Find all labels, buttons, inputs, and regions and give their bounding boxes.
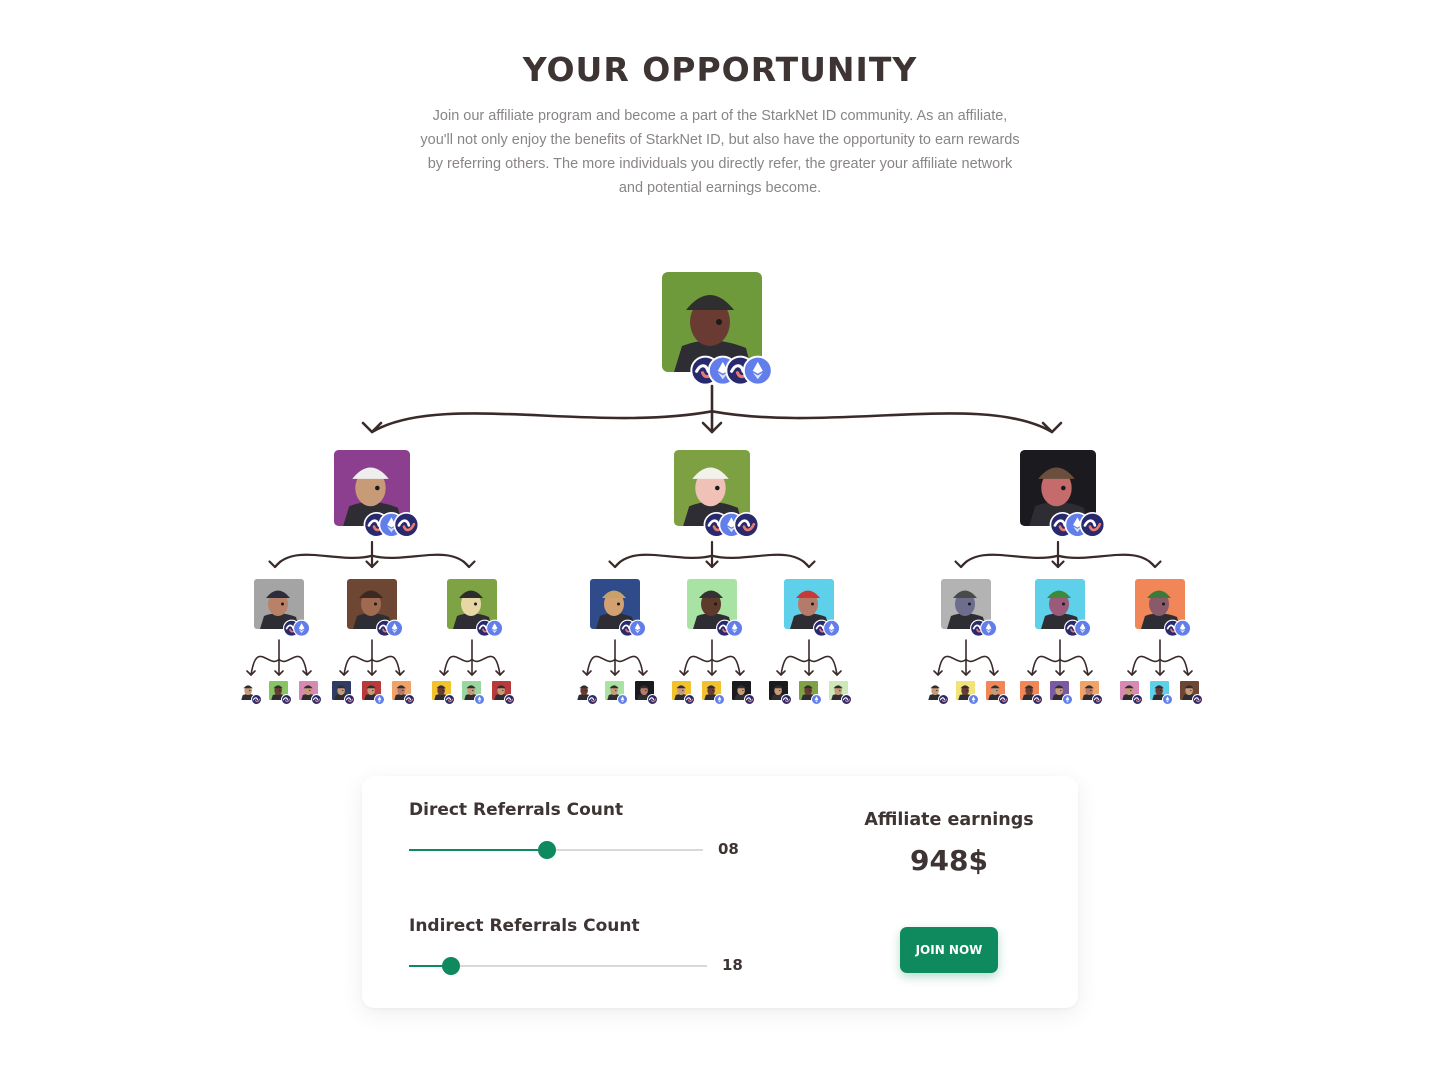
level3-avatar-16-badge-starknet-icon <box>781 694 792 705</box>
level3-avatar-11-badge-ethereum-icon <box>617 694 628 705</box>
level3-avatar-6-badge-starknet-icon <box>404 694 415 705</box>
level1-branch-2-left-arrowhead <box>608 560 622 569</box>
level2-branch-7-left-curve <box>937 655 967 676</box>
direct-referrals-label: Direct Referrals Count <box>409 800 624 820</box>
level3-avatar-14-badge-ethereum-icon <box>714 694 725 705</box>
level2-avatar-6-badge-ethereum-icon <box>823 619 841 637</box>
level2-branch-8-right-curve <box>1059 655 1089 676</box>
level1-branch-3-left-arrowhead <box>954 560 968 569</box>
level2-branch-5-right-curve <box>711 655 741 676</box>
level3-avatar-24-badge-starknet-icon <box>1092 694 1103 705</box>
level2-branch-9-left-curve <box>1131 655 1161 676</box>
indirect-referrals-slider[interactable] <box>409 957 707 975</box>
level3-avatar-10-badge-starknet-icon <box>587 694 598 705</box>
direct-referrals-slider-thumb[interactable] <box>538 841 557 859</box>
level3-avatar-21-badge-starknet-icon <box>998 694 1009 705</box>
level3-avatar-12-badge-starknet-icon <box>647 694 658 705</box>
root-branch-left-curve <box>370 410 714 434</box>
level2-branch-2-left-curve <box>343 655 373 676</box>
root-avatar-badge-ethereum-icon <box>742 355 773 386</box>
indirect-referrals-label: Indirect Referrals Count <box>409 916 640 936</box>
level2-avatar-4-badge-ethereum-icon <box>629 619 647 637</box>
affiliate-earnings-label: Affiliate earnings <box>864 810 1034 830</box>
level1-branch-1-left-arrowhead <box>268 560 282 569</box>
level1-branch-3-right-arrowhead <box>1148 560 1162 569</box>
root-branch-right-arrowhead <box>1041 421 1063 434</box>
level2-branch-3-right-curve <box>471 655 501 676</box>
level2-avatar-9-badge-ethereum-icon <box>1174 619 1192 637</box>
level3-avatar-3-badge-starknet-icon <box>311 694 322 705</box>
indirect-referrals-slider-thumb[interactable] <box>441 957 460 975</box>
level1-branch-3-right-curve <box>1056 553 1157 569</box>
level3-avatar-7-badge-starknet-icon <box>444 694 455 705</box>
direct-referrals-slider[interactable] <box>409 841 703 859</box>
level2-avatar-3-badge-ethereum-icon <box>486 619 504 637</box>
level2-branch-8-left-curve <box>1031 655 1061 676</box>
root-branch-right-curve <box>710 410 1054 434</box>
level3-avatar-5-badge-ethereum-icon <box>374 694 385 705</box>
level3-avatar-17-badge-ethereum-icon <box>811 694 822 705</box>
root-avatar <box>662 272 762 372</box>
level1-avatar-3-badge-starknet-icon <box>1079 511 1106 538</box>
direct-referrals-value: 08 <box>718 840 739 858</box>
level3-avatar-8-badge-ethereum-icon <box>474 694 485 705</box>
level1-branch-2-right-arrowhead <box>802 560 816 569</box>
level3-avatar-23-badge-ethereum-icon <box>1062 694 1073 705</box>
indirect-referrals-value: 18 <box>722 956 743 974</box>
root-branch-left-arrowhead <box>361 421 383 434</box>
level2-avatar-5-badge-ethereum-icon <box>726 619 744 637</box>
level2-branch-4-right-curve <box>614 655 644 676</box>
level3-avatar-27-badge-starknet-icon <box>1192 694 1203 705</box>
level2-branch-9-right-curve <box>1159 655 1189 676</box>
affiliate-earnings-value: 948$ <box>910 844 988 877</box>
level2-branch-6-left-curve <box>780 655 810 676</box>
level1-branch-1-right-arrowhead <box>462 560 476 569</box>
level2-branch-1-left-curve <box>250 655 280 676</box>
level1-branch-3-left-curve <box>959 553 1060 569</box>
level1-avatar-1-badge-starknet-icon <box>393 511 420 538</box>
level2-branch-6-right-curve <box>808 655 838 676</box>
level1-avatar-2-badge-starknet-icon <box>733 511 760 538</box>
level2-branch-3-left-curve <box>443 655 473 676</box>
level1-branch-2-right-curve <box>710 553 811 569</box>
level3-avatar-26-badge-ethereum-icon <box>1162 694 1173 705</box>
level2-avatar-2-badge-ethereum-icon <box>386 619 404 637</box>
level2-branch-2-right-curve <box>371 655 401 676</box>
level2-avatar-7-badge-ethereum-icon <box>980 619 998 637</box>
level2-avatar-1-badge-ethereum-icon <box>293 619 311 637</box>
level3-avatar-18-badge-starknet-icon <box>841 694 852 705</box>
earnings-calculator-card: Direct Referrals Count 08 Indirect Refer… <box>362 776 1078 1008</box>
level3-avatar-15-badge-starknet-icon <box>744 694 755 705</box>
level1-branch-2-left-curve <box>613 553 714 569</box>
referral-tree-diagram <box>239 272 1203 705</box>
direct-referrals-slider-fill <box>409 849 548 851</box>
level2-avatar-8-badge-ethereum-icon <box>1074 619 1092 637</box>
level3-avatar-1-badge-starknet-icon <box>251 694 262 705</box>
level1-branch-1-right-curve <box>370 553 471 569</box>
level3-avatar-22-badge-starknet-icon <box>1032 694 1043 705</box>
level3-avatar-2-badge-starknet-icon <box>281 694 292 705</box>
level3-avatar-19-badge-starknet-icon <box>938 694 949 705</box>
level2-branch-5-left-curve <box>683 655 713 676</box>
join-now-button[interactable]: JOIN NOW <box>900 927 998 973</box>
level3-avatar-9-badge-starknet-icon <box>504 694 515 705</box>
level2-branch-1-right-curve <box>278 655 308 676</box>
level3-avatar-25-badge-starknet-icon <box>1132 694 1143 705</box>
level2-branch-7-right-curve <box>965 655 995 676</box>
level3-avatar-13-badge-starknet-icon <box>684 694 695 705</box>
level3-avatar-20-badge-ethereum-icon <box>968 694 979 705</box>
level3-avatar-4-badge-starknet-icon <box>344 694 355 705</box>
level2-branch-4-left-curve <box>586 655 616 676</box>
level1-branch-1-left-curve <box>273 553 374 569</box>
